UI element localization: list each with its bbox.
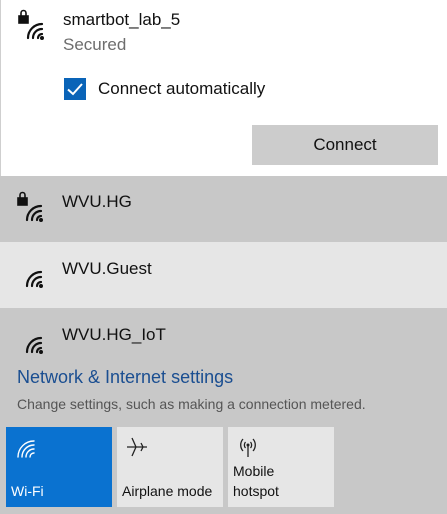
network-status: Secured (63, 35, 127, 54)
network-name: WVU.HG (62, 192, 132, 211)
tile-label: Wi-Fi (11, 483, 44, 499)
connect-automatically-label[interactable]: Connect automatically (98, 79, 265, 99)
wifi-secured-icon (17, 190, 49, 224)
network-name: WVU.HG_IoT (62, 325, 166, 344)
wifi-toggle-tile[interactable]: Wi-Fi (6, 427, 112, 507)
airplane-mode-tile[interactable]: Airplane mode (117, 427, 223, 507)
network-item-wvu-hg-iot[interactable]: WVU.HG_IoT (0, 308, 447, 368)
wifi-secured-icon (18, 8, 50, 42)
hotspot-icon (236, 435, 260, 459)
settings-description: Change settings, such as making a connec… (17, 396, 366, 412)
connect-button[interactable]: Connect (252, 125, 438, 165)
network-item-wvu-hg[interactable]: WVU.HG (0, 176, 447, 242)
network-name: smartbot_lab_5 (63, 10, 181, 29)
mobile-hotspot-tile[interactable]: Mobile hotspot (228, 427, 334, 507)
network-settings-link[interactable]: Network & Internet settings (17, 367, 233, 388)
expanded-network[interactable]: smartbot_lab_5 Secured Connect automatic… (0, 0, 447, 176)
wifi-icon (14, 435, 38, 459)
network-name: WVU.Guest (62, 259, 152, 278)
connect-automatically-checkbox[interactable] (64, 78, 86, 100)
tile-label: Mobile hotspot (233, 463, 279, 499)
tile-label: Airplane mode (122, 483, 213, 499)
checkmark-icon (67, 83, 83, 96)
settings-panel: Network & Internet settings Change setti… (0, 360, 447, 514)
network-item-wvu-guest[interactable]: WVU.Guest (0, 242, 447, 308)
wifi-icon (17, 322, 49, 356)
airplane-icon (125, 435, 149, 459)
wifi-icon (17, 256, 49, 290)
